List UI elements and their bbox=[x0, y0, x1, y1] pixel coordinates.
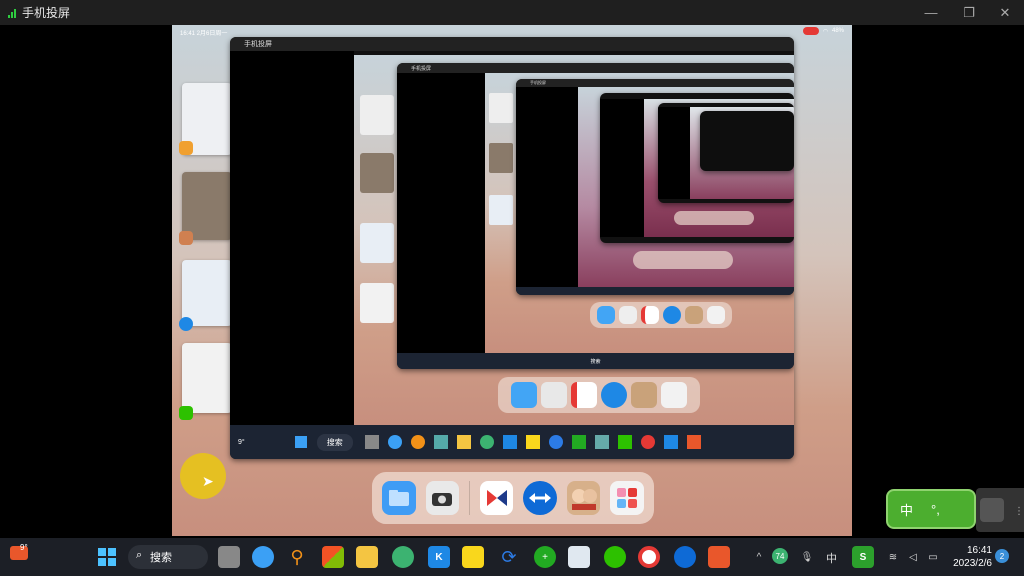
kuaitui-icon[interactable] bbox=[708, 546, 730, 568]
store-icon[interactable] bbox=[322, 546, 344, 568]
battery-icon[interactable]: ▭ bbox=[922, 546, 944, 568]
record-icon[interactable] bbox=[638, 546, 660, 568]
ime-punct-label: °, bbox=[931, 501, 940, 517]
phone-dock bbox=[372, 472, 654, 524]
clock-date: 2023/2/6 bbox=[953, 558, 992, 569]
wechat-icon bbox=[179, 406, 193, 420]
nested-mirror-window: 手机投屏 手机投屏 搜索 bbox=[397, 63, 794, 369]
app-icon[interactable] bbox=[392, 546, 414, 568]
signal-icon bbox=[8, 8, 16, 18]
record-indicator-icon bbox=[802, 27, 819, 35]
clock-time: 16:41 bbox=[966, 545, 992, 556]
nested-taskbar: 搜索 bbox=[397, 353, 794, 369]
multi-app-icon bbox=[661, 382, 687, 408]
notification-badge[interactable]: 2 bbox=[995, 549, 1009, 563]
ime-popup[interactable]: 中 °, bbox=[886, 489, 976, 529]
start-icon[interactable] bbox=[96, 546, 118, 568]
recent-app-thumbnail[interactable] bbox=[182, 172, 232, 240]
kuaitui-icon bbox=[571, 382, 597, 408]
cursor-icon: ➤ bbox=[202, 473, 214, 489]
nested-phone-screen: 手机投屏 手机投屏 搜索 bbox=[354, 55, 794, 425]
teamviewer-icon[interactable] bbox=[674, 546, 696, 568]
volume-icon[interactable]: ◁ bbox=[902, 546, 924, 568]
microphone-icon[interactable]: 🎙 bbox=[796, 546, 818, 568]
close-button[interactable]: ✕ bbox=[986, 0, 1024, 25]
game-icon[interactable] bbox=[566, 481, 601, 515]
folder-icon[interactable] bbox=[382, 481, 416, 515]
nested-taskbar: 9° 搜索 bbox=[230, 425, 794, 459]
camera-icon[interactable] bbox=[425, 481, 459, 515]
nested-window-title: 手机投屏 bbox=[230, 37, 794, 51]
game-icon bbox=[179, 141, 193, 155]
more-icon[interactable]: ⋮ bbox=[1014, 506, 1024, 517]
plus-app-icon[interactable]: + bbox=[534, 546, 556, 568]
chevron-up-icon[interactable]: ^ bbox=[748, 546, 770, 568]
ime-mode-label: 中 bbox=[900, 502, 914, 518]
recent-app-thumbnail[interactable] bbox=[182, 343, 232, 413]
wifi-icon[interactable]: ≋ bbox=[882, 546, 904, 568]
folder-icon bbox=[511, 382, 537, 408]
phone-screen[interactable]: 16:41 2月6日周一 ◠ 48% 手机投屏 手机投屏 手机投屏 搜索 9° … bbox=[172, 25, 852, 536]
recent-app-thumbnail[interactable] bbox=[182, 260, 232, 326]
window-title-bar: 手机投屏 — ❐ ✕ bbox=[0, 0, 1024, 25]
network-app-icon[interactable] bbox=[568, 546, 590, 568]
battery-level: 48% bbox=[831, 28, 844, 34]
teamviewer-icon[interactable] bbox=[523, 481, 557, 515]
teamviewer-icon bbox=[601, 382, 627, 408]
game-icon bbox=[631, 382, 657, 408]
wechat-icon[interactable] bbox=[604, 546, 626, 568]
kugou-icon[interactable]: K bbox=[428, 546, 450, 568]
search-tool-icon[interactable]: ⟳ bbox=[498, 546, 520, 568]
search-app-icon[interactable]: ⚲ bbox=[286, 546, 308, 568]
teamviewer-icon bbox=[179, 317, 193, 331]
game-icon bbox=[179, 231, 193, 245]
copilot-icon[interactable] bbox=[252, 546, 274, 568]
nested-mirror-window[interactable]: 手机投屏 手机投屏 手机投屏 搜索 9° 搜索 bbox=[230, 37, 794, 459]
window-title: 手机投屏 bbox=[22, 6, 71, 20]
kuaitui-icon bbox=[980, 498, 1004, 522]
task-view-icon[interactable] bbox=[218, 546, 240, 568]
ime-indicator[interactable]: 中 bbox=[826, 550, 837, 566]
phone-status-time: 16:41 2月6日周一 bbox=[180, 30, 228, 37]
minimize-button[interactable]: — bbox=[912, 0, 950, 25]
maximize-button[interactable]: ❐ bbox=[950, 0, 988, 25]
wifi-icon: ◠ bbox=[822, 28, 828, 35]
camera-icon bbox=[541, 382, 567, 408]
sticky-notes-icon[interactable] bbox=[462, 546, 484, 568]
clock[interactable]: 16:41 2023/2/6 bbox=[946, 544, 992, 570]
search-label: 搜索 bbox=[150, 552, 172, 564]
kuaitui-icon[interactable] bbox=[479, 481, 514, 515]
sogou-icon[interactable]: S bbox=[852, 546, 874, 568]
search-icon: ⌕ bbox=[136, 549, 143, 561]
weather-temp: 9° bbox=[20, 543, 28, 552]
side-panel[interactable]: ⋮ bbox=[976, 488, 1024, 532]
file-explorer-icon[interactable] bbox=[356, 546, 378, 568]
taskbar-search[interactable]: ⌕ 搜索 bbox=[128, 545, 208, 569]
tray-badge[interactable]: 74 bbox=[772, 548, 788, 564]
multi-app-icon[interactable] bbox=[610, 481, 644, 515]
